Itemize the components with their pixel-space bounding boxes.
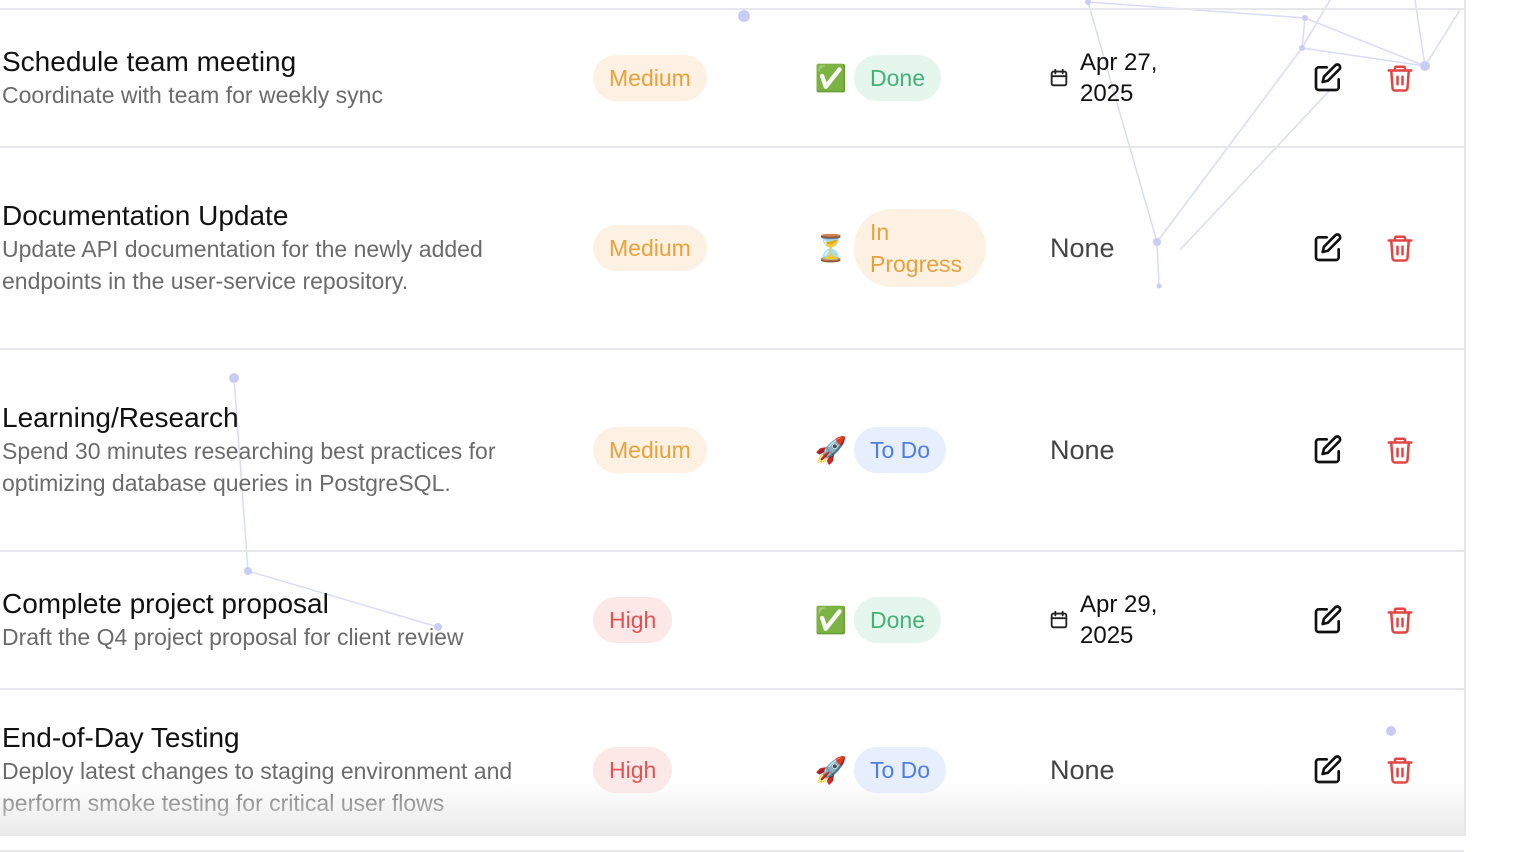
edit-button[interactable] [1310, 230, 1346, 266]
due-date-none: None [1050, 434, 1115, 465]
trash-icon [1387, 65, 1413, 92]
due-date-cell: Apr 29, 2025 [1048, 552, 1228, 688]
actions-cell [1310, 350, 1430, 550]
calendar-icon [1050, 610, 1068, 629]
edit-icon [1314, 755, 1342, 784]
status-badge: In Progress [854, 209, 986, 287]
task-title: Learning/Research [2, 402, 239, 433]
table-top-divider [0, 0, 1464, 10]
actions-cell [1310, 10, 1430, 146]
priority-badge: High [593, 597, 673, 643]
task-row: End-of-Day Testing Deploy latest changes… [0, 690, 1464, 852]
status-badge: To Do [854, 747, 947, 793]
trash-icon [1387, 757, 1413, 784]
task-description: Spend 30 minutes researching best practi… [2, 438, 496, 496]
status-emoji-icon: ⏳ [814, 233, 848, 263]
priority-cell: Medium [593, 350, 793, 550]
task-row: Learning/Research Spend 30 minutes resea… [0, 350, 1464, 552]
task-cell: End-of-Day Testing Deploy latest changes… [2, 690, 542, 850]
status-badge: Done [854, 55, 941, 101]
delete-button[interactable] [1382, 60, 1418, 96]
actions-cell [1310, 148, 1430, 348]
task-cell: Schedule team meeting Coordinate with te… [2, 10, 542, 146]
due-date: Apr 27, 2025 [1080, 49, 1158, 107]
status-cell: 🚀 To Do [814, 690, 1014, 850]
task-row: Complete project proposal Draft the Q4 p… [0, 552, 1464, 690]
task-title: Complete project proposal [2, 588, 329, 619]
status-badge: Done [854, 597, 941, 643]
due-date-none: None [1050, 754, 1115, 785]
task-cell: Documentation Update Update API document… [2, 148, 542, 348]
delete-button[interactable] [1382, 432, 1418, 468]
due-date-cell: Apr 27, 2025 [1048, 10, 1228, 146]
edit-button[interactable] [1310, 60, 1346, 96]
status-cell: ✅ Done [814, 10, 1014, 146]
edit-icon [1314, 233, 1342, 262]
task-title: Schedule team meeting [2, 46, 297, 77]
status-badge: To Do [854, 427, 947, 473]
task-table: Schedule team meeting Coordinate with te… [0, 0, 1464, 852]
task-title: Documentation Update [2, 200, 289, 231]
actions-cell [1310, 552, 1430, 688]
task-description: Deploy latest changes to staging environ… [2, 758, 513, 816]
due-date-none: None [1050, 232, 1115, 263]
edit-button[interactable] [1310, 432, 1346, 468]
priority-badge: Medium [593, 225, 707, 271]
task-cell: Complete project proposal Draft the Q4 p… [2, 552, 542, 688]
task-description: Coordinate with team for weekly sync [2, 82, 383, 108]
due-date-cell: None [1048, 350, 1228, 550]
task-cell: Learning/Research Spend 30 minutes resea… [2, 350, 542, 550]
edit-icon [1314, 605, 1342, 634]
edit-button[interactable] [1310, 602, 1346, 638]
priority-badge: Medium [593, 427, 707, 473]
edit-icon [1314, 435, 1342, 464]
task-row: Schedule team meeting Coordinate with te… [0, 10, 1464, 148]
status-cell: ⏳ In Progress [814, 148, 1014, 348]
status-emoji-icon: ✅ [814, 605, 848, 635]
right-gutter [1464, 0, 1520, 836]
trash-icon [1387, 235, 1413, 262]
priority-badge: High [593, 747, 673, 793]
edit-button[interactable] [1310, 752, 1346, 788]
status-emoji-icon: 🚀 [814, 755, 848, 785]
calendar-icon [1050, 68, 1068, 87]
priority-cell: High [593, 552, 793, 688]
priority-cell: Medium [593, 10, 793, 146]
priority-badge: Medium [593, 55, 707, 101]
priority-cell: Medium [593, 148, 793, 348]
delete-button[interactable] [1382, 602, 1418, 638]
priority-cell: High [593, 690, 793, 850]
task-row: Documentation Update Update API document… [0, 148, 1464, 350]
trash-icon [1387, 607, 1413, 634]
delete-button[interactable] [1382, 230, 1418, 266]
due-date-cell: None [1048, 690, 1228, 850]
task-title: End-of-Day Testing [2, 722, 240, 753]
status-cell: ✅ Done [814, 552, 1014, 688]
actions-cell [1310, 690, 1430, 850]
delete-button[interactable] [1382, 752, 1418, 788]
edit-icon [1314, 63, 1342, 92]
task-description: Draft the Q4 project proposal for client… [2, 624, 464, 650]
due-date: Apr 29, 2025 [1080, 591, 1158, 649]
status-cell: 🚀 To Do [814, 350, 1014, 550]
status-emoji-icon: ✅ [814, 63, 848, 93]
task-description: Update API documentation for the newly a… [2, 236, 483, 294]
trash-icon [1387, 437, 1413, 464]
status-emoji-icon: 🚀 [814, 435, 848, 465]
due-date-cell: None [1048, 148, 1228, 348]
